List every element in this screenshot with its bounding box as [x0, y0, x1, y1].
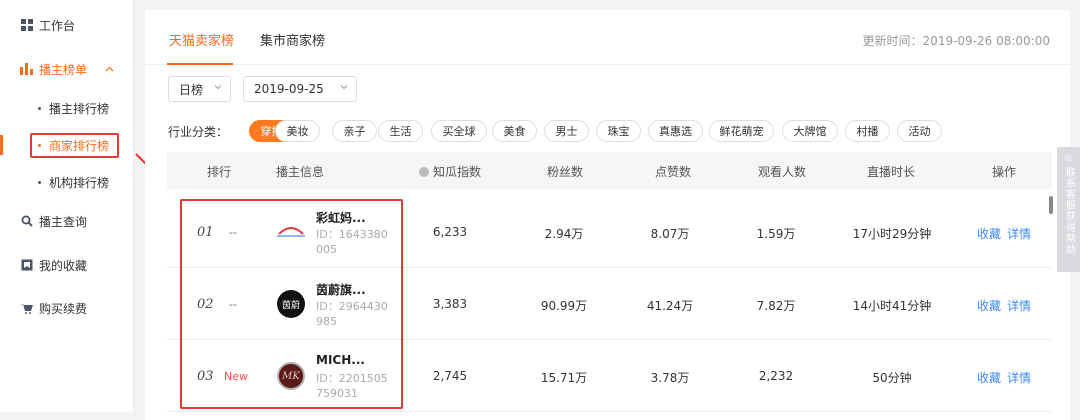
category-chip[interactable]: 生活	[378, 120, 423, 142]
nav-sub-agency-ranking[interactable]: 机构排行榜	[38, 172, 109, 192]
category-chip[interactable]: 男士	[544, 120, 589, 142]
likes-count: 41.24万	[646, 299, 694, 313]
header-zhigua-index: 知瓜指数	[419, 163, 481, 180]
phone-icon: ☏	[1062, 154, 1075, 164]
header-anchor-info: 播主信息	[276, 165, 325, 179]
favorite-button[interactable]: 收藏	[977, 225, 1001, 242]
nav-my-favorites-label: 我的收藏	[39, 258, 88, 273]
chevron-up-icon	[105, 66, 114, 72]
viewers-count: 2,232	[758, 369, 794, 383]
header-fans: 粉丝数	[547, 165, 584, 179]
category-chip[interactable]: 活动	[897, 120, 942, 142]
active-indicator	[0, 135, 3, 155]
detail-button[interactable]: 详情	[1007, 369, 1031, 386]
nav-sub-anchor-ranking[interactable]: 播主排行榜	[38, 98, 109, 118]
header-duration: 直播时长	[867, 165, 916, 179]
highlight-box-rows	[180, 199, 403, 409]
nav-anchor-search[interactable]: 播主查询	[20, 211, 87, 231]
tab-tmall-sellers[interactable]: 天猫卖家榜	[169, 30, 234, 49]
chevron-down-icon	[340, 83, 348, 91]
viewers-count: 7.82万	[756, 299, 796, 313]
nav-anchor-search-label: 播主查询	[39, 214, 88, 229]
category-chip[interactable]: 买全球	[431, 120, 487, 142]
help-panel-text: 联系客服获得帮助	[1063, 167, 1075, 255]
detail-button[interactable]: 详情	[1007, 225, 1031, 242]
nav-workbench-label: 工作台	[39, 18, 76, 33]
nav-sub-label: 机构排行榜	[49, 175, 110, 190]
help-panel[interactable]: ☏ 联系客服获得帮助	[1057, 147, 1080, 272]
category-chip[interactable]: 鲜花萌宠	[709, 120, 774, 142]
search-icon	[20, 215, 33, 228]
sidebar: 工作台 播主榜单 播主排行榜 商家排行榜 机构排行榜 播主查询 我的收藏 购买续…	[0, 0, 134, 412]
category-chip[interactable]: 真惠选	[648, 120, 703, 142]
date-select-value: 2019-09-25	[254, 82, 324, 96]
nav-my-favorites[interactable]: 我的收藏	[20, 255, 87, 275]
nav-workbench[interactable]: 工作台	[20, 15, 75, 35]
header-viewers: 观看人数	[758, 165, 807, 179]
category-chip[interactable]: 珠宝	[596, 120, 641, 142]
viewers-count: 1.59万	[756, 227, 796, 241]
zhigua-index: 6,233	[432, 225, 468, 239]
highlight-box-sidebar	[30, 133, 119, 158]
cart-icon	[20, 302, 33, 315]
category-chip[interactable]: 美食	[492, 120, 537, 142]
zhigua-index: 3,383	[432, 297, 468, 311]
favorite-button[interactable]: 收藏	[977, 297, 1001, 314]
tab-underline	[167, 63, 233, 65]
live-duration: 17小时29分钟	[852, 227, 932, 241]
bullet-icon	[38, 106, 41, 110]
period-select-value: 日榜	[179, 82, 204, 97]
fans-count: 2.94万	[544, 227, 584, 241]
table-header: 排行 播主信息 知瓜指数 粉丝数 点赞数 观看人数 直播时长 操作	[167, 152, 1052, 190]
bookmark-icon	[20, 259, 33, 272]
nav-renew[interactable]: 购买续费	[20, 298, 87, 318]
nav-sub-label: 播主排行榜	[49, 101, 110, 116]
tab-bar: 天猫卖家榜 集市商家榜 更新时间：2019-09-26 08:00:00	[145, 10, 1070, 65]
category-chip[interactable]: 村播	[845, 120, 890, 142]
date-select[interactable]: 2019-09-25	[243, 76, 357, 102]
nav-renew-label: 购买续费	[39, 301, 88, 316]
likes-count: 3.78万	[650, 371, 690, 385]
bar-chart-icon	[20, 63, 33, 76]
category-chip[interactable]: 美妆	[275, 120, 320, 142]
header-zhigua-index-label: 知瓜指数	[433, 165, 482, 179]
detail-button[interactable]: 详情	[1007, 297, 1031, 314]
chevron-down-icon	[214, 83, 222, 91]
fans-count: 90.99万	[540, 299, 588, 313]
live-duration: 14小时41分钟	[852, 299, 932, 313]
live-duration: 50分钟	[872, 371, 912, 385]
grid-icon	[20, 19, 33, 32]
category-chip[interactable]: 亲子	[332, 120, 377, 142]
nav-anchor-list-label: 播主榜单	[39, 62, 88, 77]
nav-anchor-list[interactable]: 播主榜单	[20, 59, 114, 79]
category-chip[interactable]: 大牌馆	[782, 120, 838, 142]
likes-count: 8.07万	[650, 227, 690, 241]
period-select[interactable]: 日榜	[168, 76, 231, 102]
favorite-button[interactable]: 收藏	[977, 369, 1001, 386]
update-time: 更新时间：2019-09-26 08:00:00	[862, 34, 1050, 48]
tab-market-merchants[interactable]: 集市商家榜	[260, 30, 325, 49]
info-icon[interactable]	[419, 166, 429, 177]
category-label: 行业分类：	[168, 125, 229, 139]
header-actions: 操作	[992, 165, 1017, 179]
header-likes: 点赞数	[655, 165, 692, 179]
zhigua-index: 2,745	[432, 369, 468, 383]
fans-count: 15.71万	[540, 371, 588, 385]
bullet-icon	[38, 180, 41, 184]
header-rank: 排行	[207, 165, 232, 179]
scrollbar-thumb[interactable]	[1049, 196, 1053, 214]
